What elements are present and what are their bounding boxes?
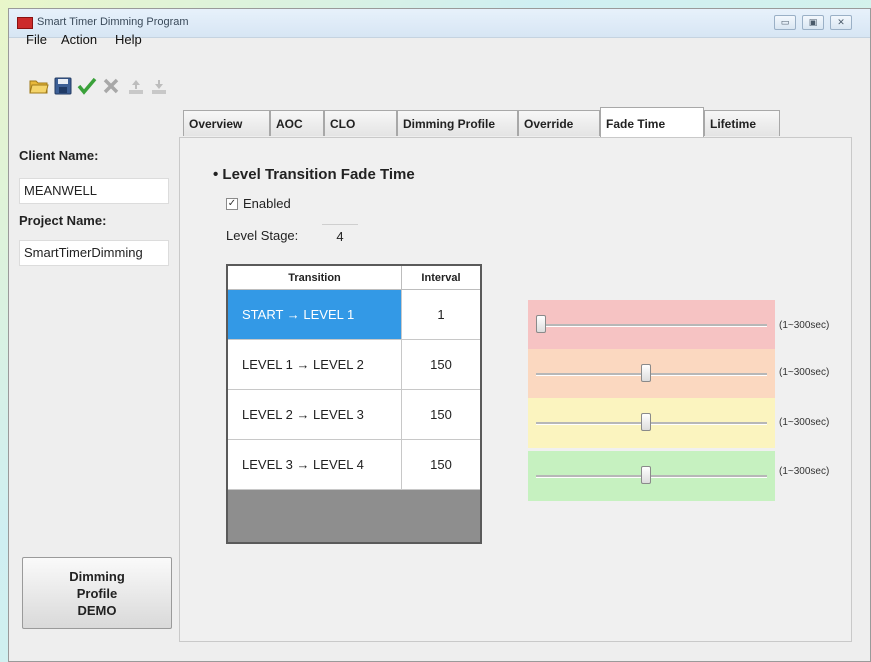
save-icon[interactable] — [52, 75, 74, 97]
demo-button-line-1: Dimming — [69, 568, 125, 584]
open-folder-icon[interactable] — [28, 75, 50, 97]
slider-track — [536, 324, 767, 327]
window-title: Smart Timer Dimming Program — [37, 16, 189, 28]
tab-lifetime[interactable]: Lifetime — [704, 110, 780, 136]
interval-cell[interactable]: 150 — [401, 390, 480, 440]
slider-track — [536, 422, 767, 425]
transition-column-header: Transition — [228, 266, 401, 290]
tab-override[interactable]: Override — [518, 110, 600, 136]
enabled-checkbox[interactable]: ✓ — [226, 198, 238, 210]
slider-thumb[interactable] — [640, 466, 651, 484]
interval-column-header: Interval — [401, 266, 480, 290]
transition-cell[interactable]: LEVEL 2 → LEVEL 3 — [228, 390, 401, 440]
confirm-check-icon[interactable] — [76, 75, 98, 97]
transition-cell[interactable]: LEVEL 1 → LEVEL 2 — [228, 340, 401, 390]
fade-slider-start-level1[interactable] — [528, 300, 775, 350]
tab-overview[interactable]: Overview — [183, 110, 270, 136]
interval-cell[interactable]: 150 — [401, 440, 480, 490]
slider-range-label: (1~300sec) — [779, 367, 830, 378]
dimming-profile-demo-button[interactable]: Dimming Profile DEMO — [22, 557, 172, 629]
tab-fade-time[interactable]: Fade Time — [600, 107, 704, 137]
slider-track — [536, 475, 767, 478]
fade-slider-level3-level4[interactable] — [528, 451, 775, 501]
fade-slider-level1-level2[interactable] — [528, 349, 775, 399]
menu-file[interactable]: File — [26, 32, 47, 47]
cancel-x-icon[interactable] — [100, 75, 122, 97]
section-title: • Level Transition Fade Time — [213, 166, 415, 183]
enabled-label: Enabled — [243, 196, 291, 211]
level-stage-value[interactable]: 4 — [322, 224, 358, 247]
download-icon[interactable] — [148, 76, 170, 98]
slider-range-label: (1~300sec) — [779, 320, 830, 331]
app-icon — [17, 17, 33, 29]
project-name-field[interactable]: SmartTimerDimming — [19, 240, 169, 266]
slider-thumb[interactable] — [536, 315, 546, 333]
fade-slider-level2-level3[interactable] — [528, 398, 775, 448]
close-button[interactable]: ✕ — [830, 15, 852, 30]
demo-button-line-2: Profile — [76, 585, 118, 601]
minimize-button[interactable]: ▭ — [774, 15, 796, 30]
demo-button-line-3: DEMO — [77, 602, 117, 618]
interval-cell[interactable]: 150 — [401, 340, 480, 390]
slider-thumb[interactable] — [640, 364, 651, 382]
tab-clo[interactable]: CLO — [324, 110, 397, 136]
slider-thumb[interactable] — [640, 413, 651, 431]
menu-help[interactable]: Help — [115, 32, 142, 47]
transition-cell[interactable]: LEVEL 3 → LEVEL 4 — [228, 440, 401, 490]
maximize-button[interactable]: ▣ — [802, 15, 824, 30]
tab-dimming-profile[interactable]: Dimming Profile — [397, 110, 518, 136]
slider-range-label: (1~300sec) — [779, 466, 830, 477]
slider-track — [536, 373, 767, 376]
upload-icon[interactable] — [125, 76, 147, 98]
level-stage-label: Level Stage: — [226, 228, 299, 243]
project-name-label: Project Name: — [19, 213, 107, 228]
client-name-label: Client Name: — [19, 148, 99, 163]
slider-range-label: (1~300sec) — [779, 417, 830, 428]
interval-cell[interactable]: 1 — [401, 290, 480, 340]
transition-grid: Transition Interval START → LEVEL 1 1 LE… — [226, 264, 482, 544]
tab-aoc[interactable]: AOC — [270, 110, 324, 136]
transition-cell[interactable]: START → LEVEL 1 — [228, 290, 401, 340]
menu-action[interactable]: Action — [61, 32, 97, 47]
client-name-field[interactable]: MEANWELL — [19, 178, 169, 204]
